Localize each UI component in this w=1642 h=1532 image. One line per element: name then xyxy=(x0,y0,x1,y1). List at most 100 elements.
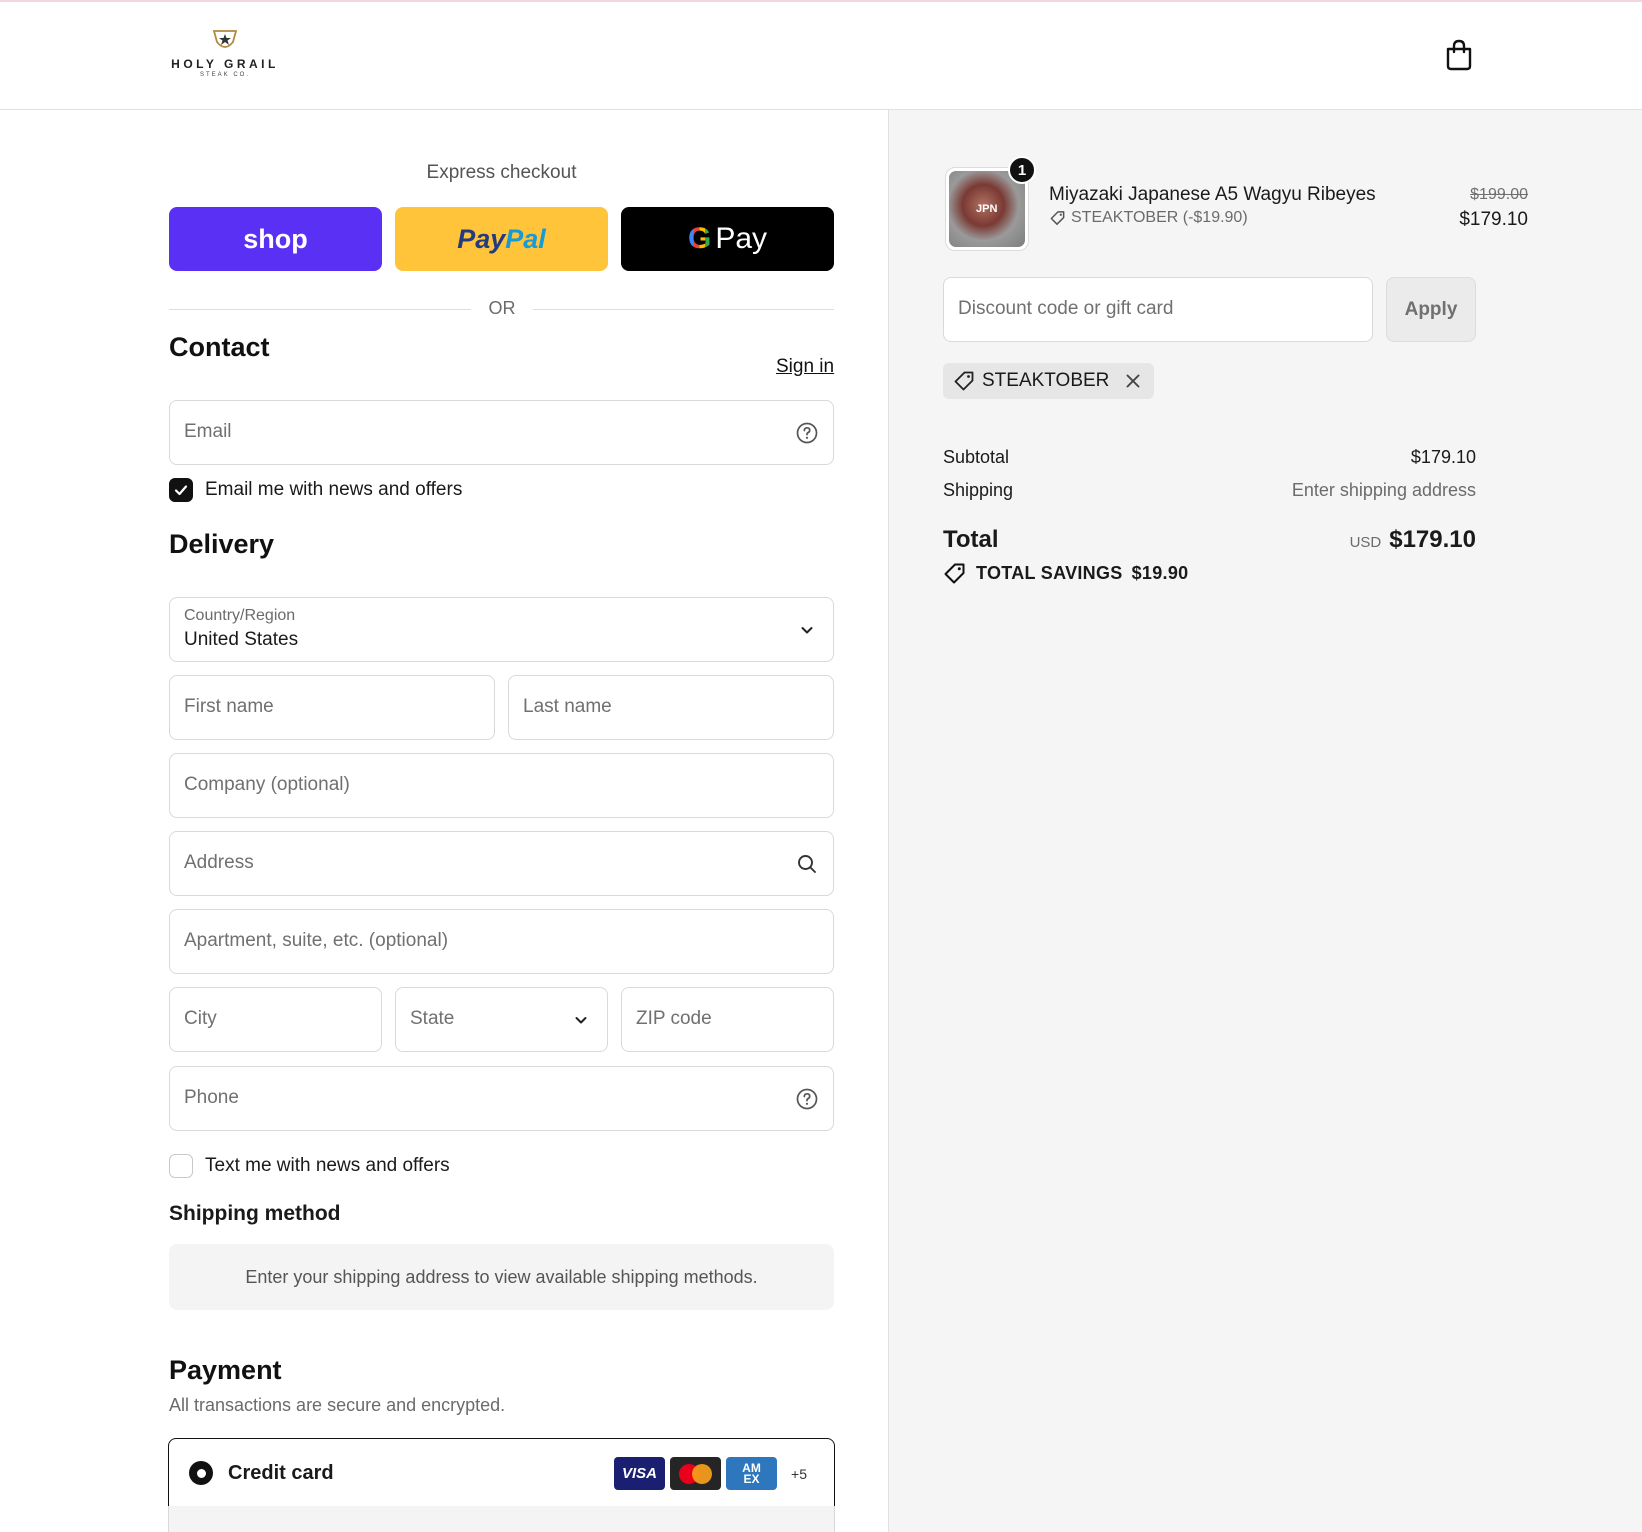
last-name-placeholder: Last name xyxy=(523,696,612,717)
city-field[interactable]: City xyxy=(169,987,382,1052)
brand-logo[interactable]: HOLY GRAIL STEAK CO. xyxy=(168,28,282,88)
country-label: Country/Region xyxy=(184,607,296,624)
express-checkout-title: Express checkout xyxy=(426,162,577,183)
or-divider: OR xyxy=(169,298,834,320)
credit-card-radio-row[interactable]: Credit card xyxy=(189,1461,334,1485)
order-summary-panel: JPN 1 Miyazaki Japanese A5 Wagyu Ribeyes… xyxy=(889,110,1642,1532)
applied-discount-chip: STEAKTOBER xyxy=(943,363,1155,399)
product-image-label: JPN xyxy=(976,203,998,215)
first-name-placeholder: First name xyxy=(184,696,274,717)
product-name: Miyazaki Japanese A5 Wagyu Ribeyes xyxy=(1049,184,1376,205)
apply-discount-button[interactable]: Apply xyxy=(1386,277,1476,342)
phone-field[interactable]: Phone xyxy=(169,1066,834,1131)
tag-icon xyxy=(1050,210,1065,225)
paypal-button[interactable]: Pay Pal xyxy=(395,207,608,271)
discount-code-placeholder: Discount code or gift card xyxy=(958,298,1174,319)
amex-icon: AM EX xyxy=(726,1457,777,1490)
or-label: OR xyxy=(488,298,516,318)
visa-icon: VISA xyxy=(614,1457,665,1490)
city-placeholder: City xyxy=(184,1008,217,1029)
apartment-field[interactable]: Apartment, suite, etc. (optional) xyxy=(169,909,834,974)
total-row: Total USD $179.10 xyxy=(943,526,1476,554)
tag-icon xyxy=(944,563,965,584)
discount-code-input[interactable]: Discount code or gift card xyxy=(943,277,1373,342)
total-label: Total xyxy=(943,526,999,553)
sms-opt-in-label: Text me with news and offers xyxy=(205,1155,450,1176)
grail-icon xyxy=(212,30,238,48)
state-placeholder: State xyxy=(410,1008,455,1029)
email-opt-in-checkbox[interactable] xyxy=(169,478,193,502)
sign-in-link[interactable]: Sign in xyxy=(776,356,834,378)
mastercard-icon xyxy=(670,1457,721,1490)
state-select[interactable]: State xyxy=(395,987,608,1052)
more-cards-badge: +5 xyxy=(791,1465,807,1482)
checkout-form-panel: Express checkout shop Pay Pal G Pay OR Co… xyxy=(0,110,889,1532)
google-pay-label: Pay xyxy=(715,222,768,255)
product-discount: STEAKTOBER (-$19.90) xyxy=(1049,209,1248,227)
shipping-method-notice: Enter your shipping address to view avai… xyxy=(169,1244,834,1310)
paypal-label-pay: Pay xyxy=(457,223,506,254)
cart-icon[interactable] xyxy=(1443,38,1475,72)
phone-placeholder: Phone xyxy=(184,1087,239,1108)
delivery-title: Delivery xyxy=(169,529,275,559)
total-value: $179.10 xyxy=(1389,526,1476,553)
company-field[interactable]: Company (optional) xyxy=(169,753,834,818)
card-brands: VISA AM EX +5 xyxy=(614,1457,816,1490)
subtotal-label: Subtotal xyxy=(943,447,1010,467)
total-savings-label: TOTAL SAVINGS xyxy=(976,562,1123,583)
shop-pay-button[interactable]: shop xyxy=(169,207,382,271)
email-opt-in-label: Email me with news and offers xyxy=(205,479,463,500)
shipping-row: Shipping Enter shipping address xyxy=(943,480,1476,501)
address-field[interactable]: Address xyxy=(169,831,834,896)
chevron-down-icon xyxy=(569,1008,593,1032)
credit-card-fields-area xyxy=(168,1506,835,1532)
sms-opt-in-row[interactable]: Text me with news and offers xyxy=(169,1153,450,1179)
address-placeholder: Address xyxy=(184,852,254,873)
tag-icon xyxy=(954,371,974,391)
header: HOLY GRAIL STEAK CO. xyxy=(0,2,1642,110)
shipping-label: Shipping xyxy=(943,480,1014,500)
sms-opt-in-checkbox[interactable] xyxy=(169,1154,193,1178)
total-savings: TOTAL SAVINGS $19.90 xyxy=(943,562,1188,584)
shop-pay-label: shop xyxy=(243,223,308,254)
payment-title: Payment xyxy=(169,1355,282,1385)
product-thumbnail: JPN 1 xyxy=(945,156,1036,251)
product-original-price: $199.00 xyxy=(1470,186,1528,203)
google-g-icon: G xyxy=(687,222,712,255)
check-icon xyxy=(174,485,188,496)
shipping-method-title: Shipping method xyxy=(169,1202,341,1225)
subtotal-value: $179.10 xyxy=(1410,447,1476,467)
first-name-field[interactable]: First name xyxy=(169,675,495,740)
brand-sub: STEAK CO. xyxy=(199,72,250,78)
country-value: United States xyxy=(184,629,299,650)
search-icon xyxy=(795,852,819,876)
credit-card-label: Credit card xyxy=(228,1461,334,1484)
contact-title: Contact xyxy=(169,332,270,362)
express-checkout-buttons: shop Pay Pal G Pay xyxy=(169,207,834,271)
help-circle-icon[interactable] xyxy=(795,1087,819,1111)
subtotal-row: Subtotal $179.10 xyxy=(943,447,1476,468)
company-placeholder: Company (optional) xyxy=(184,774,350,795)
brand-name: HOLY GRAIL xyxy=(171,57,279,71)
email-placeholder: Email xyxy=(184,421,232,442)
google-pay-button[interactable]: G Pay xyxy=(621,207,834,271)
last-name-field[interactable]: Last name xyxy=(508,675,834,740)
credit-card-option[interactable]: Credit card VISA AM EX +5 xyxy=(168,1438,835,1508)
country-select[interactable]: Country/Region United States xyxy=(169,597,834,662)
product-discount-text: STEAKTOBER (-$19.90) xyxy=(1071,209,1248,226)
total-currency: USD xyxy=(1349,534,1382,551)
chevron-down-icon xyxy=(795,618,819,642)
help-circle-icon[interactable] xyxy=(795,421,819,445)
paypal-label-pal: Pal xyxy=(505,223,546,254)
quantity-badge: 1 xyxy=(1008,156,1036,184)
close-icon[interactable] xyxy=(1124,372,1142,390)
divider-line-left xyxy=(169,309,471,310)
zip-field[interactable]: ZIP code xyxy=(621,987,834,1052)
product-image: JPN xyxy=(949,171,1025,247)
zip-placeholder: ZIP code xyxy=(636,1008,712,1029)
email-opt-in-row[interactable]: Email me with news and offers xyxy=(169,477,462,503)
email-field[interactable]: Email xyxy=(169,400,834,465)
credit-card-radio[interactable] xyxy=(189,1461,213,1485)
total-savings-value: $19.90 xyxy=(1131,562,1189,583)
shipping-value: Enter shipping address xyxy=(1291,480,1476,500)
